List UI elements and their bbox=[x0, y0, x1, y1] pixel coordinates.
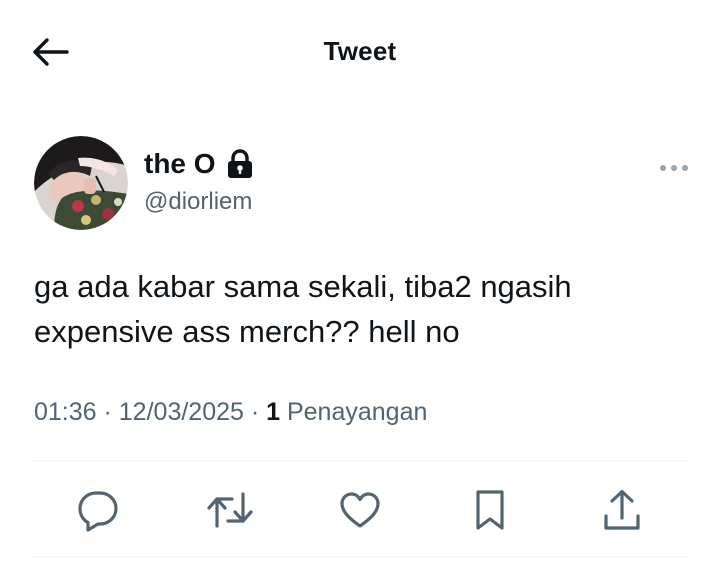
tweet-text: ga ada kabar sama sekali, tiba2 ngasih e… bbox=[34, 269, 572, 349]
like-button[interactable] bbox=[336, 486, 384, 534]
retweet-button[interactable] bbox=[206, 486, 254, 534]
page-title: Tweet bbox=[323, 36, 397, 66]
reply-button[interactable] bbox=[74, 486, 122, 534]
share-icon bbox=[600, 488, 644, 532]
more-horizontal-icon bbox=[659, 164, 689, 172]
views-count: 1 bbox=[266, 398, 281, 426]
share-button[interactable] bbox=[598, 486, 646, 534]
display-name[interactable]: the O bbox=[144, 148, 216, 180]
views-label: Penayangan bbox=[280, 398, 428, 426]
action-bar bbox=[0, 470, 720, 550]
name-row: the O bbox=[144, 148, 254, 180]
heart-icon bbox=[338, 488, 382, 532]
tweet-meta: 01:36 · 12/03/2025 · 1 Penayangan bbox=[34, 398, 427, 427]
meta-separator: · bbox=[96, 398, 119, 426]
retweet-icon bbox=[206, 488, 254, 532]
reply-icon bbox=[76, 488, 120, 532]
bookmark-icon bbox=[472, 488, 508, 532]
tweet-time[interactable]: 01:36 bbox=[34, 398, 97, 426]
divider bbox=[34, 460, 686, 461]
avatar[interactable] bbox=[34, 136, 128, 230]
top-bar: Tweet bbox=[0, 0, 720, 104]
more-options-button[interactable] bbox=[654, 160, 694, 176]
divider bbox=[34, 556, 686, 557]
lock-icon bbox=[226, 149, 254, 179]
user-handle[interactable]: @diorliem bbox=[144, 188, 252, 216]
bookmark-button[interactable] bbox=[466, 486, 514, 534]
tweet-author: the O @diorliem bbox=[34, 136, 694, 236]
meta-separator: · bbox=[243, 398, 267, 426]
tweet-date[interactable]: 12/03/2025 bbox=[119, 398, 244, 426]
